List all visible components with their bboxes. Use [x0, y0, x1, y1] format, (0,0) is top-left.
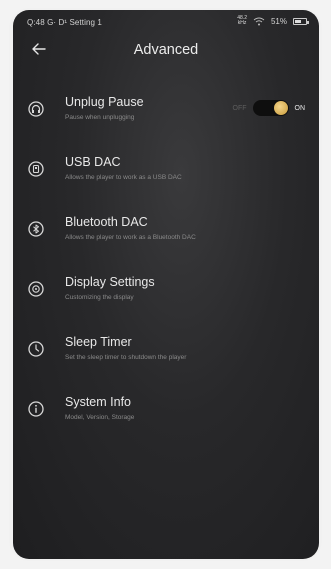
setting-title: Bluetooth DAC — [65, 215, 148, 229]
usb-dac-icon — [28, 161, 44, 177]
setting-title: Display Settings — [65, 275, 155, 289]
battery-fill — [295, 19, 301, 23]
setting-title: Sleep Timer — [65, 335, 132, 349]
battery-percent: 51% — [270, 16, 287, 26]
toggle-switch[interactable] — [252, 100, 289, 116]
setting-subtitle: Allows the player to work as a USB DAC — [65, 174, 182, 181]
setting-sleep-timer[interactable]: Sleep Timer Set the sleep timer to shutd… — [13, 332, 319, 376]
bluetooth-icon — [28, 221, 44, 237]
headphones-icon — [28, 101, 44, 117]
setting-title: System Info — [65, 395, 131, 409]
display-icon — [28, 281, 44, 297]
screen: Q:48 G· D¹ Setting 1 48.2 kHz 51% Advanc… — [13, 10, 319, 559]
toggle-knob — [273, 101, 288, 115]
hires-badge: 48.2 kHz — [237, 16, 247, 26]
status-bar: Q:48 G· D¹ Setting 1 48.2 kHz 51% — [13, 10, 319, 30]
setting-subtitle: Allows the player to work as a Bluetooth… — [65, 234, 196, 241]
setting-title: USB DAC — [65, 155, 121, 169]
setting-usb-dac[interactable]: USB DAC Allows the player to work as a U… — [13, 152, 319, 196]
toggle-off-label: OFF — [232, 104, 247, 112]
setting-subtitle: Customizing the display — [65, 294, 134, 301]
page-title: Advanced — [133, 42, 199, 58]
hires-line-2: kHz — [237, 20, 247, 26]
setting-title: Unplug Pause — [65, 95, 144, 109]
status-right: 48.2 kHz 51% — [237, 16, 309, 26]
setting-system-info[interactable]: System Info Model, Version, Storage — [13, 392, 319, 436]
header: Advanced — [13, 32, 319, 72]
setting-bluetooth-dac[interactable]: Bluetooth DAC Allows the player to work … — [13, 212, 319, 256]
setting-display-settings[interactable]: Display Settings Customizing the display — [13, 272, 319, 316]
setting-subtitle: Model, Version, Storage — [65, 414, 135, 421]
status-left-text: Q:48 G· D¹ Setting 1 — [27, 18, 102, 27]
setting-unplug-pause[interactable]: Unplug Pause Pause when unplugging OFF O… — [13, 92, 319, 136]
toggle-on-label: ON — [294, 104, 306, 112]
setting-subtitle: Set the sleep timer to shutdown the play… — [65, 354, 187, 361]
wifi-icon — [253, 17, 265, 25]
unplug-pause-toggle[interactable]: OFF ON — [232, 100, 306, 116]
clock-icon — [28, 341, 44, 357]
device-frame: Q:48 G· D¹ Setting 1 48.2 kHz 51% Advanc… — [9, 8, 322, 561]
info-icon — [28, 401, 44, 417]
battery-icon — [293, 17, 309, 25]
setting-subtitle: Pause when unplugging — [65, 114, 135, 121]
